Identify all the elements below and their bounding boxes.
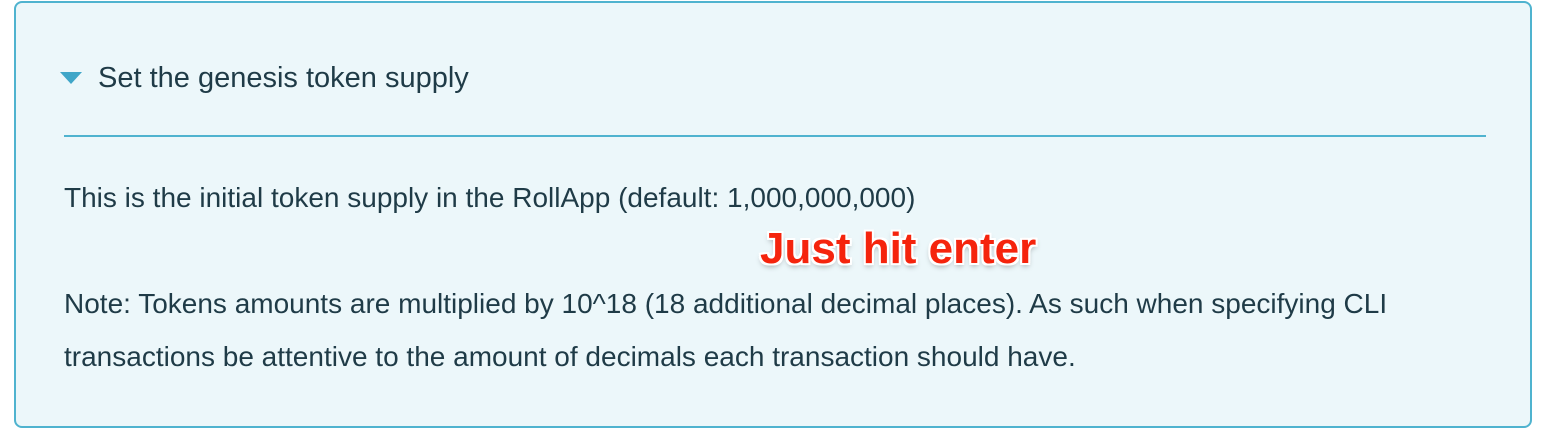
summary-label: Set the genesis token supply <box>98 61 469 94</box>
divider <box>64 135 1486 137</box>
details-summary-toggle[interactable]: Set the genesis token supply <box>60 55 469 101</box>
annotation-overlay: Just hit enter <box>760 224 1037 273</box>
decimals-note: Note: Tokens amounts are multiplied by 1… <box>64 288 1388 372</box>
collapsible-details-box: Set the genesis token supply This is the… <box>14 1 1532 428</box>
initial-supply-description: This is the initial token supply in the … <box>64 182 916 213</box>
caret-down-icon <box>60 72 82 84</box>
